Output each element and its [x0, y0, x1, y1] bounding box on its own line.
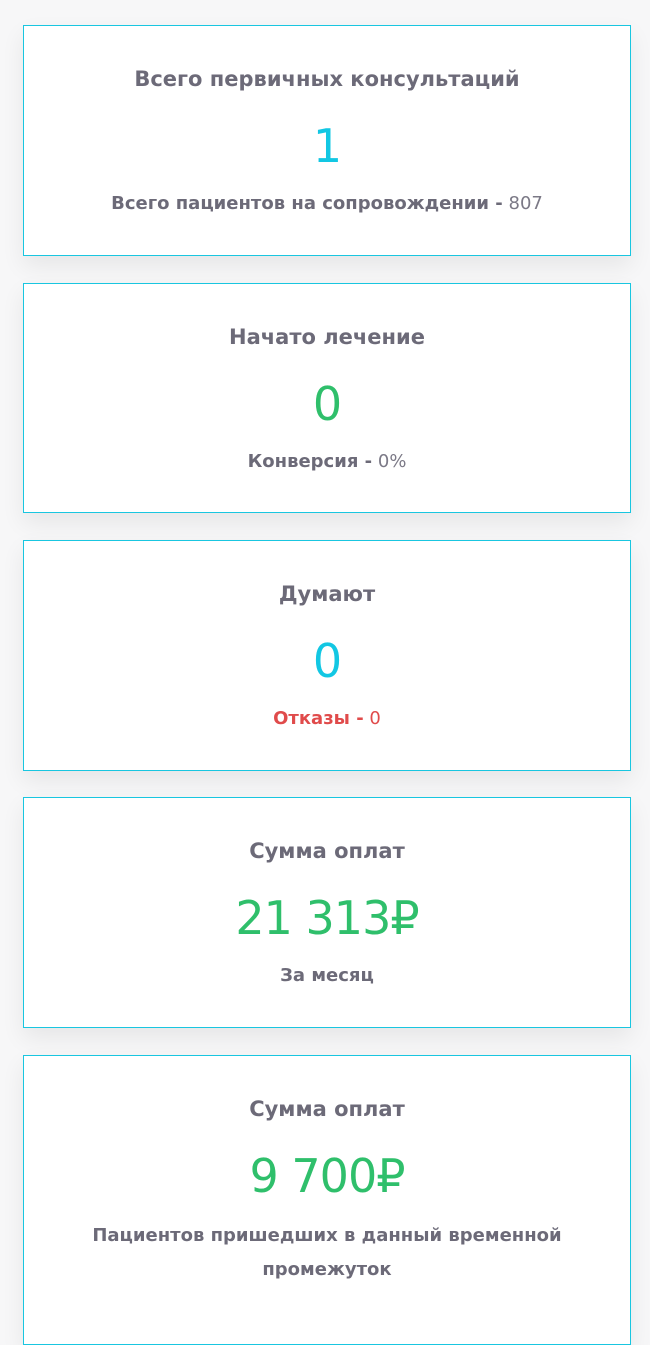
- card-subtext: Конверсия - 0%: [24, 450, 630, 474]
- refusals-label: Отказы -: [273, 708, 364, 729]
- patients-on-support-label: Всего пациентов на сопровождении -: [111, 193, 503, 214]
- stat-card-primary-consultations: Всего первичных консультаций 1 Всего пац…: [23, 25, 631, 256]
- card-value: 0: [312, 634, 342, 688]
- stat-card-payments-month: Сумма оплат 21 313₽ За месяц: [23, 797, 631, 1028]
- card-title: Сумма оплат: [249, 1097, 405, 1121]
- card-title: Начато лечение: [229, 325, 425, 349]
- stat-card-payments-period: Сумма оплат 9 700₽ Пациентов пришедших в…: [23, 1055, 631, 1345]
- card-value: 21 313₽: [235, 891, 419, 945]
- card-title: Думают: [278, 582, 376, 606]
- card-value: 1: [312, 119, 342, 173]
- refusals-value: 0: [369, 708, 381, 729]
- conversion-value: 0%: [377, 451, 407, 472]
- patients-on-support-value: 807: [508, 193, 543, 214]
- period-label: За месяц: [280, 965, 374, 986]
- card-value: 0: [312, 377, 342, 431]
- stat-card-treatment-started: Начато лечение 0 Конверсия - 0%: [23, 283, 631, 513]
- card-value: 9 700₽: [249, 1149, 406, 1203]
- card-subtext: За месяц: [24, 964, 630, 988]
- card-subtext: Пациентов пришедших в данный временной п…: [92, 1225, 562, 1280]
- card-subtext: Отказы - 0: [24, 707, 630, 731]
- card-subtext: Всего пациентов на сопровождении - 807: [24, 192, 630, 216]
- card-title: Сумма оплат: [249, 839, 405, 863]
- conversion-label: Конверсия -: [247, 451, 373, 472]
- stat-card-thinking: Думают 0 Отказы - 0: [23, 540, 631, 771]
- card-title: Всего первичных консультаций: [134, 67, 520, 91]
